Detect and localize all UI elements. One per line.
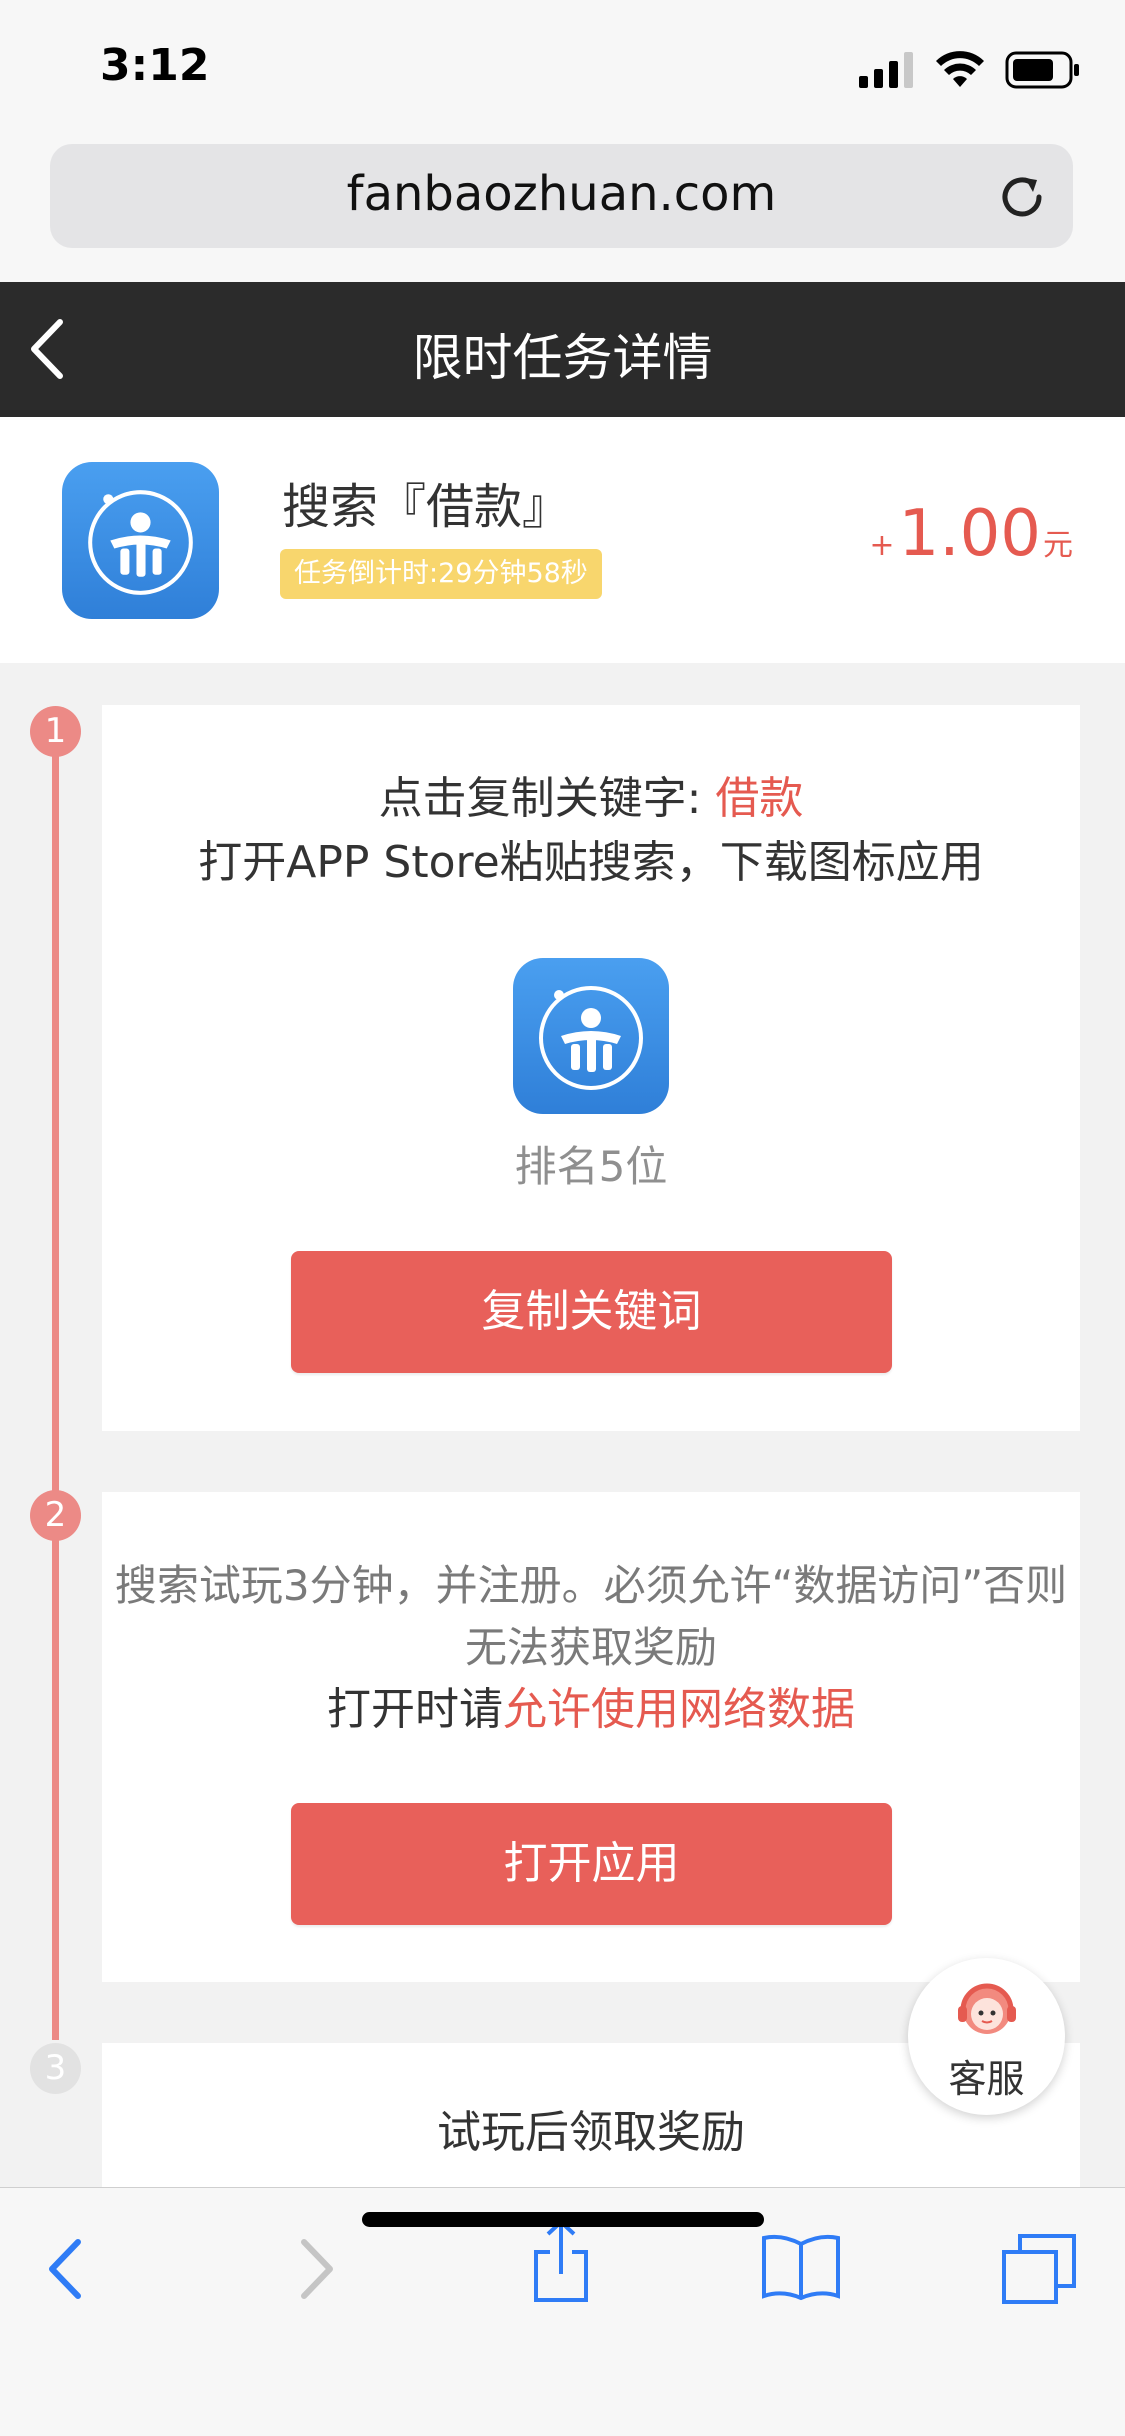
keyword-text: 借款	[715, 773, 804, 824]
timeline-line	[52, 730, 59, 2040]
browser-url-area: fanbaozhuan.com	[0, 138, 1125, 282]
step-card-2: 搜索试玩3分钟，并注册。必须允许“数据访问”否则 无法获取奖励 打开时请允许使用…	[102, 1492, 1080, 1982]
app-logo-icon	[513, 958, 669, 1114]
network-instruction: 打开时请允许使用网络数据	[102, 1678, 1080, 1742]
home-indicator	[362, 2212, 764, 2227]
step-number-3: 3	[30, 2043, 81, 2094]
step-card-1: 点击复制关键字: 借款 打开APP Store粘贴搜索，下载图标应用 排名5位 …	[102, 705, 1080, 1431]
address-bar[interactable]: fanbaozhuan.com	[50, 144, 1073, 248]
status-time: 3:12	[100, 40, 210, 91]
customer-service-button[interactable]: 客服	[908, 1958, 1065, 2115]
customer-service-label: 客服	[948, 2057, 1025, 2101]
url-text[interactable]: fanbaozhuan.com	[50, 166, 1073, 222]
step-number-2: 2	[30, 1490, 81, 1541]
status-bar: 3:12	[0, 0, 1125, 138]
countdown-badge: 任务倒计时:29分钟58秒	[280, 549, 602, 599]
share-icon[interactable]	[530, 2218, 592, 2304]
copy-keyword-prefix: 点击复制关键字:	[378, 773, 716, 824]
bookmarks-icon[interactable]	[760, 2232, 842, 2302]
rank-text: 排名5位	[514, 1142, 668, 1191]
back-arrow-icon[interactable]	[44, 2238, 86, 2300]
task-summary: 搜索『借款』 任务倒计时:29分钟58秒 + 1.00 元	[0, 417, 1125, 663]
step-number-1: 1	[30, 706, 81, 757]
headset-agent-icon	[958, 1983, 1016, 2034]
network-instruction-highlight: 允许使用网络数据	[503, 1684, 855, 1735]
page-header: 限时任务详情	[0, 282, 1125, 417]
reward-value: 1.00	[898, 497, 1042, 571]
app-logo-icon	[62, 462, 219, 619]
forward-arrow-icon[interactable]	[296, 2238, 338, 2300]
copy-keyword-button[interactable]: 复制关键词	[291, 1251, 892, 1373]
task-name: 搜索『借款』	[282, 479, 571, 535]
reward-amount: + 1.00 元	[869, 497, 1073, 571]
app-store-instruction: 打开APP Store粘贴搜索，下载图标应用	[198, 837, 984, 888]
signal-icon	[859, 52, 913, 88]
reload-icon[interactable]	[995, 170, 1049, 224]
wifi-icon	[936, 51, 984, 87]
network-instruction-prefix: 打开时请	[327, 1684, 503, 1735]
claim-reward-text: 试玩后领取奖励	[437, 2107, 745, 2158]
battery-icon	[1005, 51, 1079, 89]
reward-plus: +	[869, 528, 895, 563]
trial-note-line1: 搜索试玩3分钟，并注册。必须允许“数据访问”否则	[114, 1561, 1068, 1610]
reward-unit: 元	[1043, 528, 1073, 563]
tabs-icon[interactable]	[1000, 2232, 1078, 2306]
open-app-button[interactable]: 打开应用	[291, 1803, 892, 1925]
copy-keyword-instruction: 点击复制关键字: 借款	[102, 767, 1080, 831]
page-title: 限时任务详情	[412, 329, 713, 387]
trial-note-line2: 无法获取奖励	[464, 1623, 717, 1672]
status-icons	[859, 50, 1081, 90]
